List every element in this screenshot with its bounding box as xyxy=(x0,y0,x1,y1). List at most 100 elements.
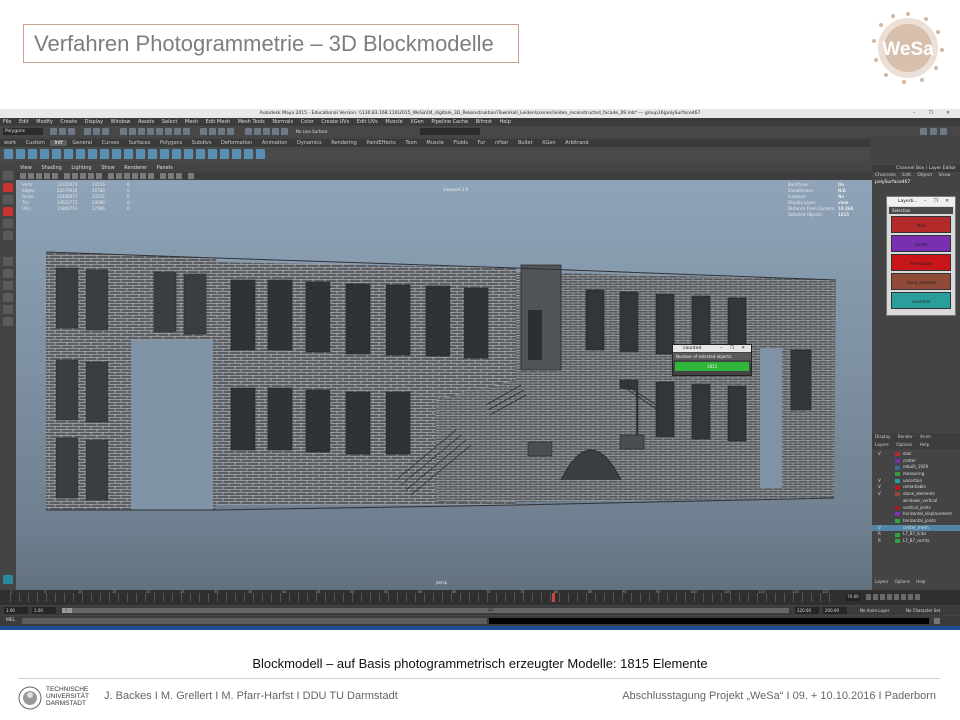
menu-window[interactable]: Window xyxy=(111,119,131,125)
layer-row[interactable]: horizontal_joints xyxy=(872,518,960,525)
window-buttons[interactable]: – ❐ ✕ xyxy=(913,109,956,118)
image-plane-icon[interactable] xyxy=(36,173,42,179)
menu-modify[interactable]: Modify xyxy=(36,119,53,125)
layer-row[interactable]: R L7_B7_links xyxy=(872,531,960,538)
select-hierarchy-icon[interactable] xyxy=(84,128,91,135)
menu-xgen[interactable]: XGen xyxy=(410,119,424,125)
camera-attributes-icon[interactable] xyxy=(20,173,26,179)
ipr-render-icon[interactable] xyxy=(272,128,279,135)
panel-menu-shading[interactable]: Shading xyxy=(41,165,61,171)
shelf-tool-icon[interactable] xyxy=(64,149,73,159)
layer-row[interactable]: rebuilt_1929 xyxy=(872,464,960,471)
resolution-gate-icon[interactable] xyxy=(80,173,86,179)
layer-window-buttons[interactable]: – ❐ ✕ xyxy=(924,197,952,206)
shelf-tab-curves[interactable]: Curves xyxy=(98,140,123,146)
tab-edit[interactable]: Edit xyxy=(902,173,911,178)
lights-icon[interactable] xyxy=(140,173,146,179)
move-tool-icon[interactable] xyxy=(3,207,13,216)
tab-layers[interactable]: Layers xyxy=(875,579,888,584)
shelf-tool-icon[interactable] xyxy=(76,149,85,159)
tab-help[interactable]: Help xyxy=(916,579,925,584)
attribute-editor-icon[interactable] xyxy=(930,128,937,135)
shelf-tool-icon[interactable] xyxy=(208,149,217,159)
mask-icon[interactable] xyxy=(120,128,127,135)
tab-options[interactable]: Options xyxy=(895,579,910,584)
layout-four-icon[interactable] xyxy=(3,269,13,278)
mel-input[interactable] xyxy=(22,618,487,624)
current-frame-field[interactable]: 70.00 xyxy=(846,593,860,601)
menu-pipeline-cache[interactable]: Pipeline Cache xyxy=(431,119,468,125)
go-to-start-icon[interactable] xyxy=(866,594,871,600)
play-forwards-icon[interactable] xyxy=(894,594,899,600)
layout-outliner-icon[interactable] xyxy=(3,293,13,302)
shelf-tool-icon[interactable] xyxy=(88,149,97,159)
menu-muscle[interactable]: Muscle xyxy=(385,119,402,125)
mask-joints-icon[interactable] xyxy=(129,128,136,135)
field-chart-icon[interactable] xyxy=(96,173,102,179)
time-slider-ticks[interactable] xyxy=(10,593,830,602)
menu-layers[interactable]: Layers xyxy=(875,442,889,447)
shelf-tool-icon[interactable] xyxy=(172,149,181,159)
shelf-tab-polygons[interactable]: Polygons xyxy=(156,140,186,146)
tab-show[interactable]: Show xyxy=(939,173,951,178)
panel-menu-panels[interactable]: Panels xyxy=(157,165,173,171)
menu-edit-uvs[interactable]: Edit UVs xyxy=(357,119,378,125)
snap-surface-icon[interactable] xyxy=(227,128,234,135)
layer-row[interactable]: Vstone_elements xyxy=(872,491,960,498)
shelf-tab-bullet[interactable]: Bullet xyxy=(514,140,536,146)
play-backwards-icon[interactable] xyxy=(887,594,892,600)
tab-object[interactable]: Object xyxy=(917,173,932,178)
menu-file[interactable]: File xyxy=(3,119,11,125)
backface-culling-icon[interactable] xyxy=(176,173,182,179)
layer-row[interactable]: Vremarkable xyxy=(872,484,960,491)
lasso-tool-icon[interactable] xyxy=(3,183,13,192)
shelf-tool-icon[interactable] xyxy=(28,149,37,159)
scale-tool-icon[interactable] xyxy=(3,231,13,240)
menu-create[interactable]: Create xyxy=(60,119,77,125)
grease-pencil-icon[interactable] xyxy=(52,173,58,179)
select-uncertain-button[interactable]: uncertain xyxy=(891,292,951,309)
shelf-tab-work[interactable]: work xyxy=(0,140,20,146)
layer-row[interactable]: measuring xyxy=(872,471,960,478)
layout-hypershade-icon[interactable] xyxy=(3,317,13,326)
smooth-shade-icon[interactable] xyxy=(116,173,122,179)
layer-selection-window[interactable]: Layerb... – ❐ ✕ Selection stair center r… xyxy=(886,196,956,316)
menu-create-uvs[interactable]: Create UVs xyxy=(321,119,349,125)
modeling-toolkit-icon[interactable] xyxy=(920,128,927,135)
layer-row[interactable]: vertical_joints xyxy=(872,505,960,512)
tab-anim[interactable]: Anim xyxy=(920,434,931,439)
select-center-button[interactable]: center xyxy=(891,235,951,252)
select-stone-element-button[interactable]: stone_element xyxy=(891,273,951,290)
menu-edit-mesh[interactable]: Edit Mesh xyxy=(206,119,230,125)
panel-menu-renderer[interactable]: Renderer xyxy=(124,165,147,171)
layer-window-header[interactable]: Layerb... – ❐ ✕ xyxy=(887,197,955,206)
mode-selector[interactable]: Polygons xyxy=(3,128,43,135)
input-field[interactable] xyxy=(420,128,480,135)
open-scene-icon[interactable] xyxy=(59,128,66,135)
menu-bifrost[interactable]: Bifrost xyxy=(476,119,492,125)
counted-window-header[interactable]: counted – ❐ ✕ xyxy=(673,345,751,352)
shelf-tab-deformation[interactable]: Deformation xyxy=(217,140,256,146)
tab-channels[interactable]: Channels xyxy=(875,173,896,178)
shelf-tool-icon[interactable] xyxy=(220,149,229,159)
mask-surfaces-icon[interactable] xyxy=(147,128,154,135)
shelf-tab-dynamics[interactable]: Dynamics xyxy=(293,140,326,146)
tab-render[interactable]: Render xyxy=(898,434,913,439)
mask-render-icon[interactable] xyxy=(174,128,181,135)
xray-icon[interactable] xyxy=(160,173,166,179)
twod-pan-icon[interactable] xyxy=(44,173,50,179)
step-back-frame-icon[interactable] xyxy=(880,594,885,600)
layer-row[interactable]: horizontal_displacement xyxy=(872,511,960,518)
layout-single-icon[interactable] xyxy=(3,257,13,266)
counted-window[interactable]: counted – ❐ ✕ Number of selected objects… xyxy=(672,344,752,376)
menu-help[interactable]: Help xyxy=(920,442,930,447)
save-scene-icon[interactable] xyxy=(68,128,75,135)
layer-row[interactable]: center xyxy=(872,458,960,465)
shelf-tab-toon[interactable]: Toon xyxy=(401,140,421,146)
history-icon[interactable] xyxy=(245,128,252,135)
range-slider-bar[interactable]: 1 120 xyxy=(62,608,789,613)
mask-curves-icon[interactable] xyxy=(138,128,145,135)
tab-display[interactable]: Display xyxy=(875,434,890,439)
xray-joints-icon[interactable] xyxy=(168,173,174,179)
render-frame-icon[interactable] xyxy=(263,128,270,135)
